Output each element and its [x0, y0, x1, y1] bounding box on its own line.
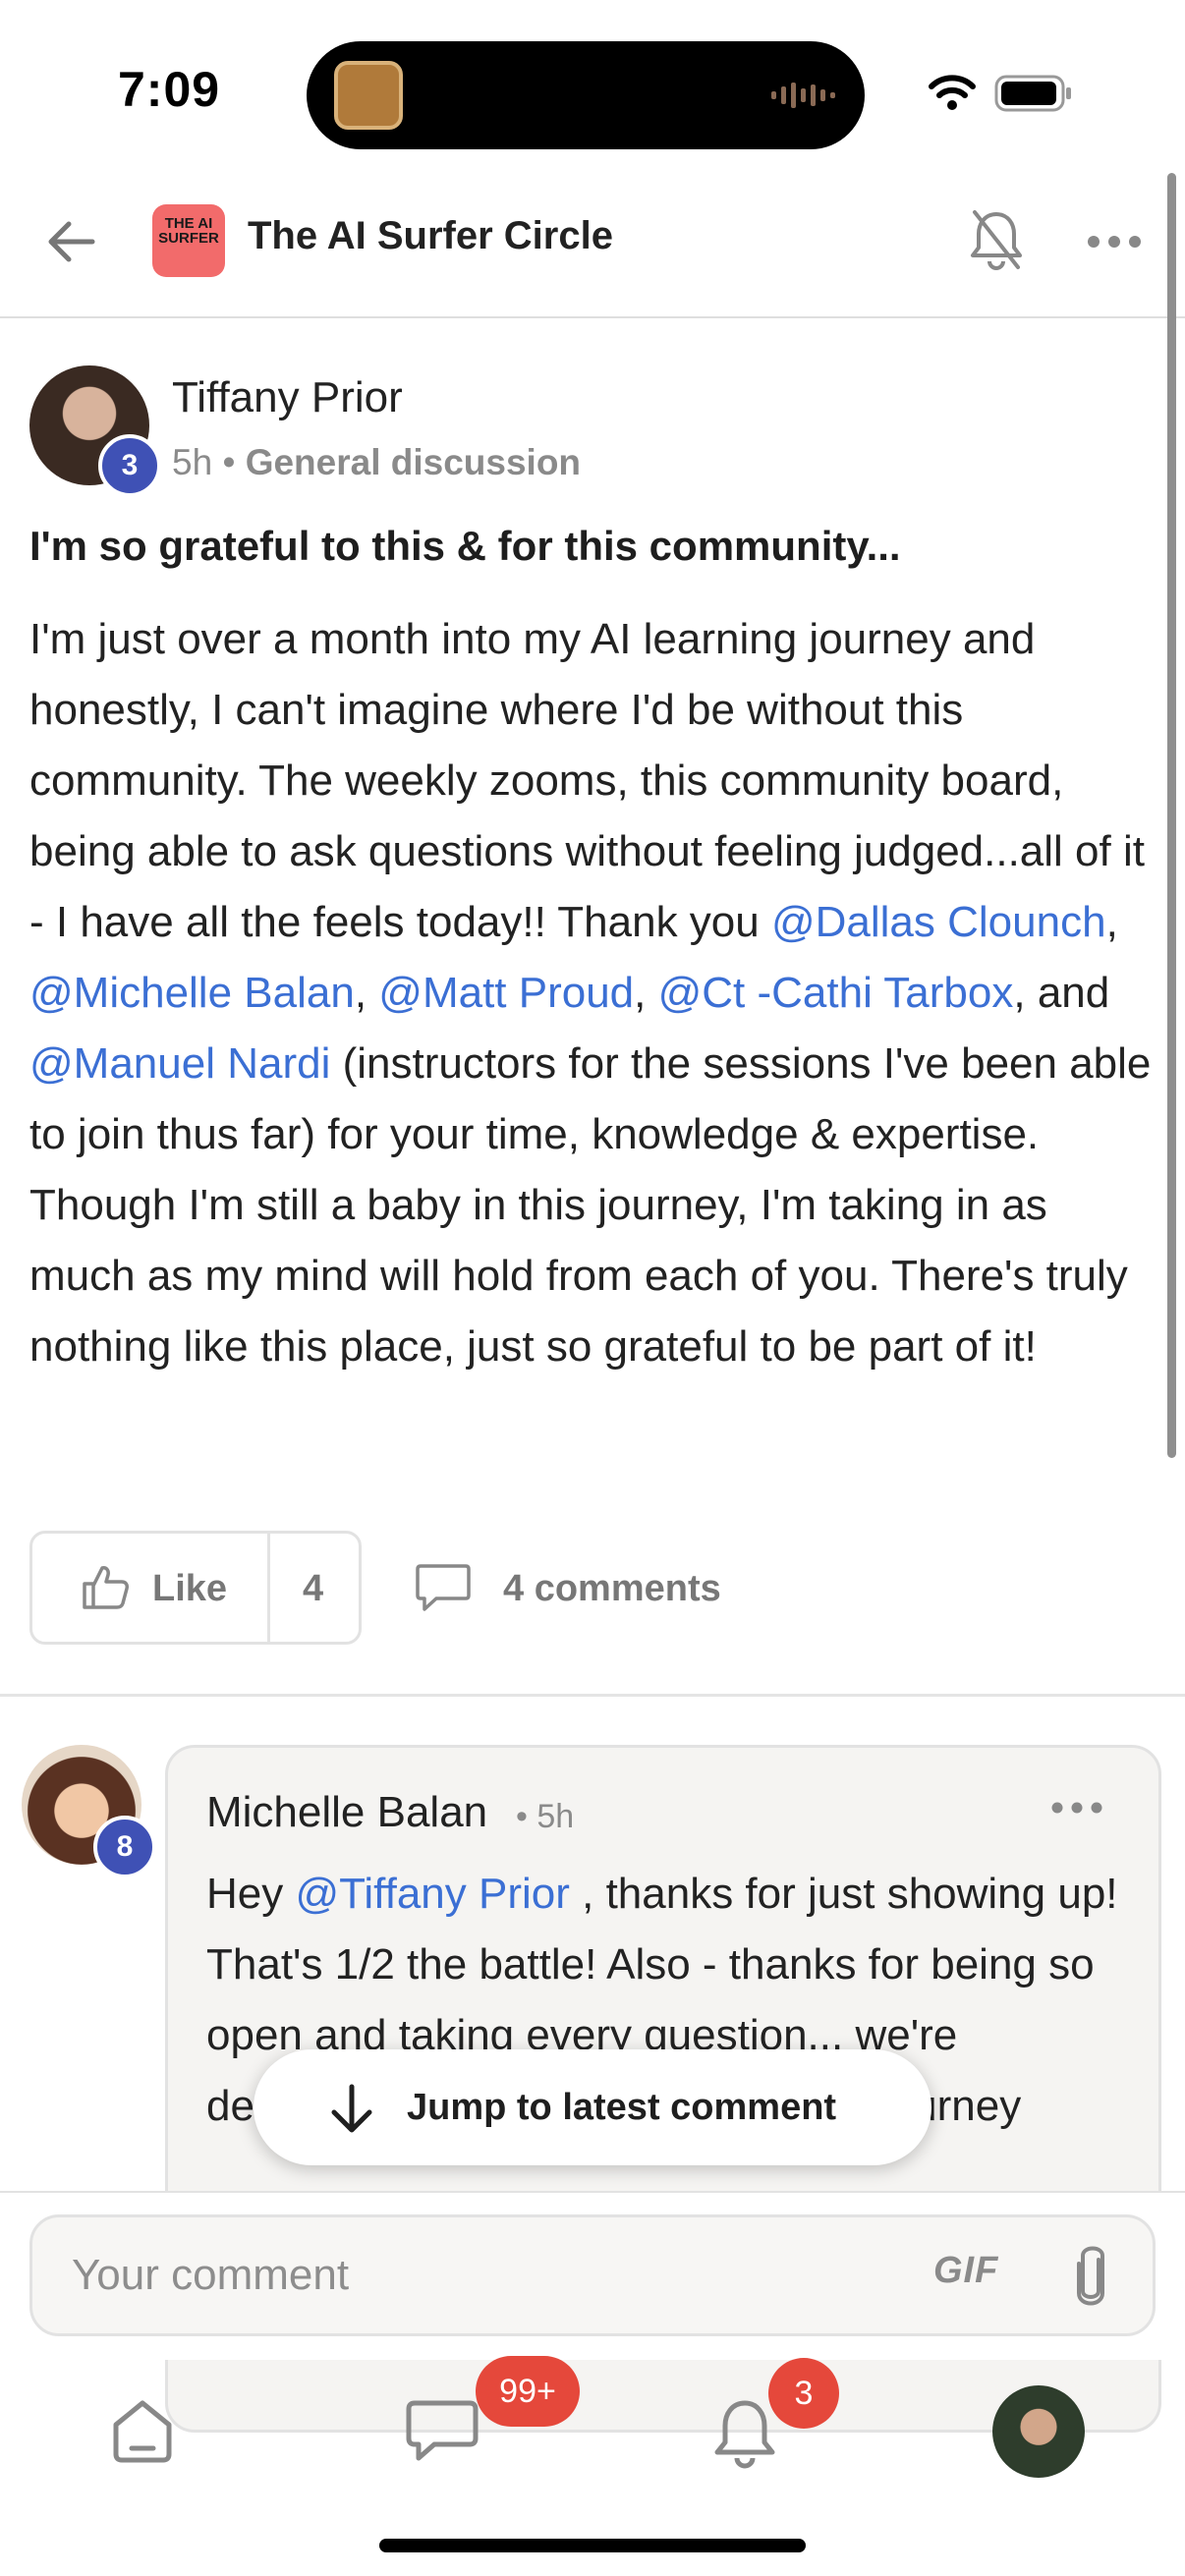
group-name[interactable]: The AI Surfer Circle — [248, 214, 613, 258]
mention-link[interactable]: @Manuel Nardi — [29, 1039, 330, 1088]
comment-text: Hey — [206, 1870, 296, 1918]
chat-icon[interactable] — [405, 2399, 480, 2464]
home-indicator[interactable] — [379, 2539, 806, 2552]
meta-separator: • — [222, 442, 236, 482]
status-time: 7:09 — [118, 62, 221, 117]
now-playing-artwork[interactable] — [334, 61, 403, 130]
post-title: I'm so grateful to this & for this commu… — [29, 523, 901, 569]
chat-unread-badge: 99+ — [476, 2356, 580, 2427]
profile-avatar[interactable] — [992, 2385, 1085, 2478]
post-category[interactable]: General discussion — [246, 442, 581, 482]
post-body-text: I'm just over a month into my AI learnin… — [29, 615, 1145, 946]
like-divider — [267, 1533, 270, 1643]
scrollbar[interactable] — [1167, 173, 1176, 1458]
like-count[interactable]: 4 — [303, 1568, 323, 1610]
mention-link[interactable]: @Dallas Clounch — [771, 898, 1106, 946]
post-author-name[interactable]: Tiffany Prior — [172, 373, 403, 422]
post-body-text: , — [634, 969, 658, 1017]
thumbs-up-icon[interactable] — [81, 1562, 130, 1611]
comments-count-link[interactable]: 4 comments — [503, 1568, 721, 1610]
mention-link[interactable]: @Ct -Cathi Tarbox — [658, 969, 1014, 1017]
more-options-icon[interactable] — [1087, 232, 1142, 252]
comment-author-name[interactable]: Michelle Balan — [206, 1788, 487, 1837]
group-logo-text: THE AI SURFER — [158, 215, 219, 247]
home-icon[interactable] — [108, 2397, 177, 2466]
mention-link[interactable]: @Michelle Balan — [29, 969, 355, 1017]
level-badge: 8 — [93, 1816, 156, 1878]
arrow-down-icon — [331, 2084, 372, 2133]
jump-label[interactable]: Jump to latest comment — [407, 2087, 836, 2129]
mention-link[interactable]: @Matt Proud — [378, 969, 634, 1017]
wifi-icon — [929, 75, 976, 110]
post-body-text: , and — [1013, 969, 1110, 1017]
post-time: 5h — [172, 442, 213, 482]
section-divider — [0, 1694, 1185, 1697]
battery-icon — [994, 75, 1071, 112]
like-label[interactable]: Like — [152, 1568, 227, 1610]
gif-button[interactable]: GIF — [933, 2250, 998, 2292]
post-body-text: (instructors for the sessions I've been … — [29, 1039, 1152, 1371]
post-body: I'm just over a month into my AI learnin… — [29, 604, 1159, 1382]
bell-off-icon[interactable] — [965, 206, 1028, 273]
post-body-text: , — [1105, 898, 1118, 946]
comment-bubble-icon[interactable] — [415, 1562, 472, 1613]
mention-link[interactable]: @Tiffany Prior — [295, 1870, 569, 1918]
audio-wave-icon — [771, 83, 835, 108]
paperclip-icon[interactable] — [1069, 2242, 1112, 2311]
level-badge: 3 — [98, 434, 161, 497]
comment-more-icon[interactable] — [1049, 1798, 1104, 1818]
arrow-left-icon[interactable] — [43, 214, 98, 269]
post-meta: 5h • General discussion — [172, 442, 581, 483]
post-body-text: , — [354, 969, 379, 1017]
comment-time: • 5h — [516, 1798, 575, 1835]
notifications-badge: 3 — [768, 2358, 839, 2429]
group-logo[interactable]: THE AI SURFER — [152, 204, 225, 277]
